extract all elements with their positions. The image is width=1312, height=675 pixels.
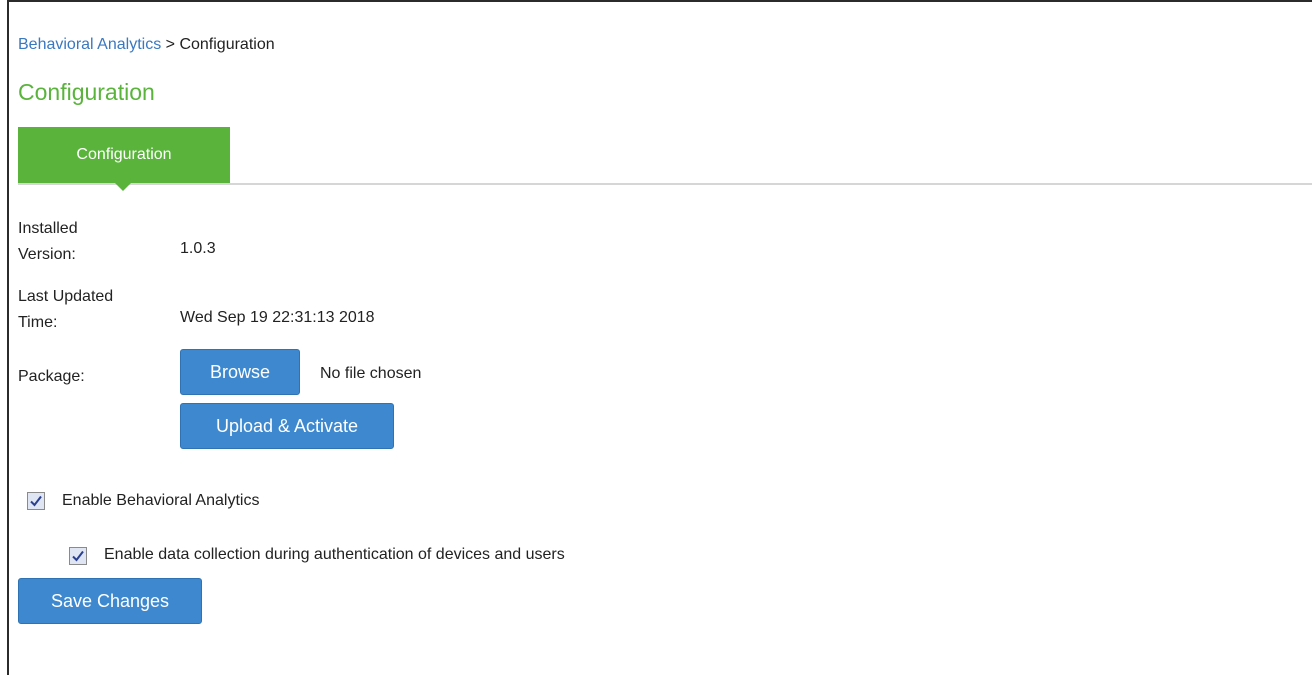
last-updated-label-line2: Time: xyxy=(18,314,58,331)
installed-version-label-line2: Version: xyxy=(18,246,76,263)
last-updated-value: Wed Sep 19 22:31:13 2018 xyxy=(180,309,375,326)
checkmark-icon xyxy=(30,495,42,507)
content-frame xyxy=(7,0,1312,675)
upload-activate-button[interactable]: Upload & Activate xyxy=(180,403,394,449)
installed-version-value: 1.0.3 xyxy=(180,240,216,257)
enable-data-collection-checkbox[interactable] xyxy=(69,547,87,565)
active-tab-caret xyxy=(115,183,131,191)
page-title: Configuration xyxy=(18,79,155,105)
file-status-text: No file chosen xyxy=(320,365,422,382)
enable-data-collection-label: Enable data collection during authentica… xyxy=(104,546,565,563)
breadcrumb: Behavioral Analytics > Configuration xyxy=(18,36,275,54)
tab-configuration-label: Configuration xyxy=(76,146,172,163)
last-updated-label-line1: Last Updated xyxy=(18,288,114,305)
tab-bar: Configuration xyxy=(18,127,1312,191)
tab-configuration[interactable]: Configuration xyxy=(18,127,230,183)
enable-behavioral-analytics-label: Enable Behavioral Analytics xyxy=(62,492,260,509)
installed-version-label: Installed Version: xyxy=(18,216,78,268)
checkmark-icon xyxy=(72,550,84,562)
breadcrumb-current: Configuration xyxy=(179,36,275,53)
installed-version-label-line1: Installed xyxy=(18,220,78,237)
enable-behavioral-analytics-checkbox[interactable] xyxy=(27,492,45,510)
last-updated-label: Last Updated Time: xyxy=(18,284,113,336)
breadcrumb-separator: > xyxy=(165,36,175,53)
save-changes-button[interactable]: Save Changes xyxy=(18,578,202,624)
browse-button[interactable]: Browse xyxy=(180,349,300,395)
package-label: Package: xyxy=(18,368,85,385)
breadcrumb-link-behavioral-analytics[interactable]: Behavioral Analytics xyxy=(18,36,161,53)
